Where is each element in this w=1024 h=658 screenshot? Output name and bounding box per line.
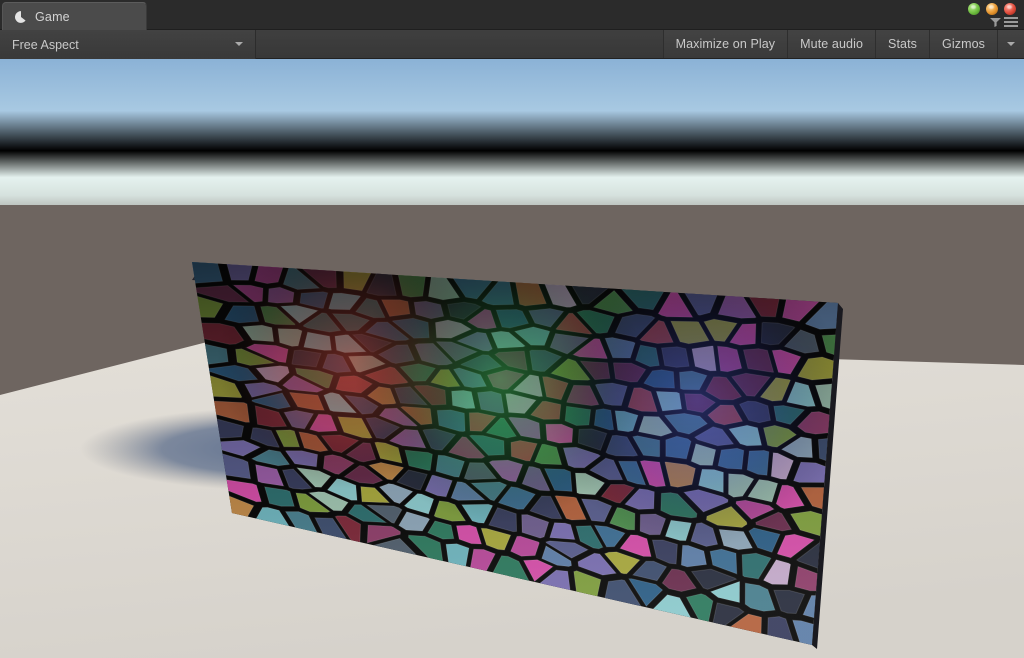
maximize-on-play-button[interactable]: Maximize on Play bbox=[662, 30, 788, 58]
game-pacman-icon bbox=[14, 10, 26, 23]
tab-game[interactable]: Game bbox=[2, 2, 147, 30]
unity-game-window: Game Free Aspect Maximize on Play Mute a… bbox=[0, 0, 1024, 658]
tab-game-label: Game bbox=[35, 9, 70, 24]
rendered-3d-scene bbox=[0, 59, 1024, 658]
gizmos-dropdown-button[interactable] bbox=[997, 30, 1024, 58]
stats-label: Stats bbox=[888, 37, 918, 51]
gizmos-label: Gizmos bbox=[942, 37, 985, 51]
filter-funnel-icon[interactable] bbox=[990, 17, 1001, 27]
sky-background bbox=[0, 59, 1024, 207]
aspect-ratio-dropdown[interactable]: Free Aspect bbox=[0, 30, 256, 59]
window-menu-icons bbox=[990, 17, 1018, 27]
chevron-down-icon bbox=[235, 42, 243, 46]
game-viewport[interactable] bbox=[0, 59, 1024, 658]
minimize-button[interactable] bbox=[968, 3, 980, 15]
maximize-on-play-label: Maximize on Play bbox=[675, 37, 776, 51]
mute-audio-label: Mute audio bbox=[800, 37, 864, 51]
window-controls bbox=[968, 3, 1016, 15]
gizmos-button[interactable]: Gizmos bbox=[929, 30, 997, 58]
maximize-button[interactable] bbox=[986, 3, 998, 15]
close-button[interactable] bbox=[1004, 3, 1016, 15]
aspect-ratio-label: Free Aspect bbox=[12, 37, 79, 52]
game-view-toolbar: Free Aspect Maximize on Play Mute audio … bbox=[0, 30, 1024, 59]
stats-button[interactable]: Stats bbox=[875, 30, 930, 58]
hamburger-menu-icon[interactable] bbox=[1004, 17, 1018, 27]
chevron-down-icon bbox=[1007, 42, 1015, 46]
mute-audio-button[interactable]: Mute audio bbox=[787, 30, 876, 58]
window-tab-bar: Game bbox=[0, 0, 1024, 30]
